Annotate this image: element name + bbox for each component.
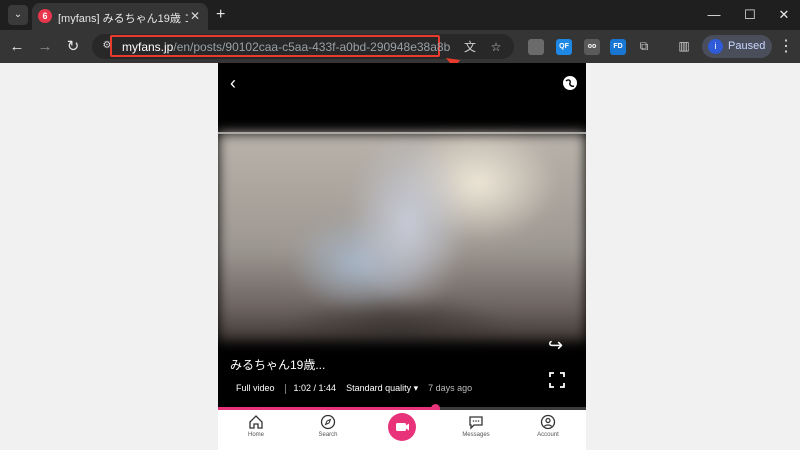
back-chevron-icon[interactable]: ‹ [230, 73, 236, 93]
language-globe-icon[interactable] [562, 75, 578, 91]
nav-search[interactable]: Search [298, 414, 358, 450]
nav-messages[interactable]: Messages [446, 414, 506, 450]
new-tab-button[interactable]: + [216, 5, 225, 25]
chat-bubble-icon [469, 416, 483, 430]
minimize-button[interactable]: — [700, 4, 728, 26]
blurred-video[interactable] [218, 133, 586, 341]
profile-avatar: i [708, 39, 723, 54]
post-video-button[interactable] [388, 413, 416, 441]
nav-label-search: Search [318, 432, 338, 438]
url-host: myfans.jp [122, 40, 174, 54]
video-time: 1:02 / 1:44 [293, 383, 337, 393]
compass-icon [320, 414, 336, 430]
ext-qf-icon[interactable]: QF [556, 39, 572, 55]
tab-title: [myfans] みるちゃん19歳 コス [58, 13, 188, 24]
ext-cassette-icon[interactable]: oo [584, 39, 600, 55]
video-camera-icon [396, 423, 409, 431]
forward-button[interactable]: → [34, 36, 56, 58]
tab-search-button[interactable]: ⌄ [8, 5, 28, 25]
profile-status-label: Paused [728, 40, 766, 52]
url-path: /en/posts/90102caa-c5aa-433f-a0bd-290948… [173, 40, 451, 54]
quality-select[interactable]: Standard quality ▾ [346, 383, 418, 393]
nav-account[interactable]: Account [518, 414, 578, 450]
reload-button[interactable]: ↻ [62, 36, 84, 58]
bottom-navigation: Home Search Messages Account [218, 410, 586, 450]
url-text[interactable]: myfans.jp/en/posts/90102caa-c5aa-433f-a0… [122, 40, 450, 54]
maximize-button[interactable]: ☐ [736, 4, 764, 26]
mobile-post-view: ‹ ↪ みるちゃん19歳... Full video 1:02 / 1:44 Sta… [218, 63, 586, 450]
video-meta-row: Full video 1:02 / 1:44 Standard quality ▾ 7… [236, 383, 482, 394]
video-type-label: Full video [236, 383, 275, 393]
tab-favicon-icon: 6 [38, 9, 52, 23]
ext-fd-icon[interactable]: FD [610, 39, 626, 55]
nav-home[interactable]: Home [226, 414, 286, 450]
account-icon [540, 414, 556, 430]
ext-bird-icon[interactable] [528, 39, 544, 55]
nav-label-messages: Messages [462, 432, 490, 438]
active-tab[interactable]: 6 [myfans] みるちゃん19歳 コス ✕ [32, 3, 208, 30]
profile-button[interactable]: i Paused [702, 35, 772, 58]
bookmark-star-icon[interactable]: ☆ [488, 39, 504, 55]
browser-toolbar: ← → ↻ ⚙ myfans.jp/en/posts/90102caa-c5aa… [0, 30, 800, 63]
translate-icon[interactable]: 文 [462, 39, 478, 55]
home-icon [249, 415, 263, 429]
nav-label-home: Home [247, 432, 264, 438]
post-age: 7 days ago [428, 383, 473, 393]
extensions-puzzle-icon[interactable]: ⧉ [636, 38, 652, 54]
address-bar[interactable]: ⚙ myfans.jp/en/posts/90102caa-c5aa-433f-… [92, 34, 514, 59]
browser-menu-icon[interactable]: ⋮ [778, 36, 794, 58]
share-icon[interactable]: ↪ [548, 335, 563, 356]
fullscreen-icon[interactable] [548, 371, 566, 389]
tab-close-icon[interactable]: ✕ [190, 8, 200, 24]
nav-label-account: Account [537, 432, 559, 438]
side-panel-icon[interactable]: ▥ [676, 38, 692, 54]
post-title: みるちゃん19歳... [230, 358, 326, 372]
chevron-down-icon: ⌄ [13, 9, 23, 20]
tab-strip: ⌄ 6 [myfans] みるちゃん19歳 コス ✕ + — ☐ ✕ [0, 0, 800, 30]
back-button[interactable]: ← [6, 36, 28, 58]
window-close-button[interactable]: ✕ [770, 4, 798, 26]
